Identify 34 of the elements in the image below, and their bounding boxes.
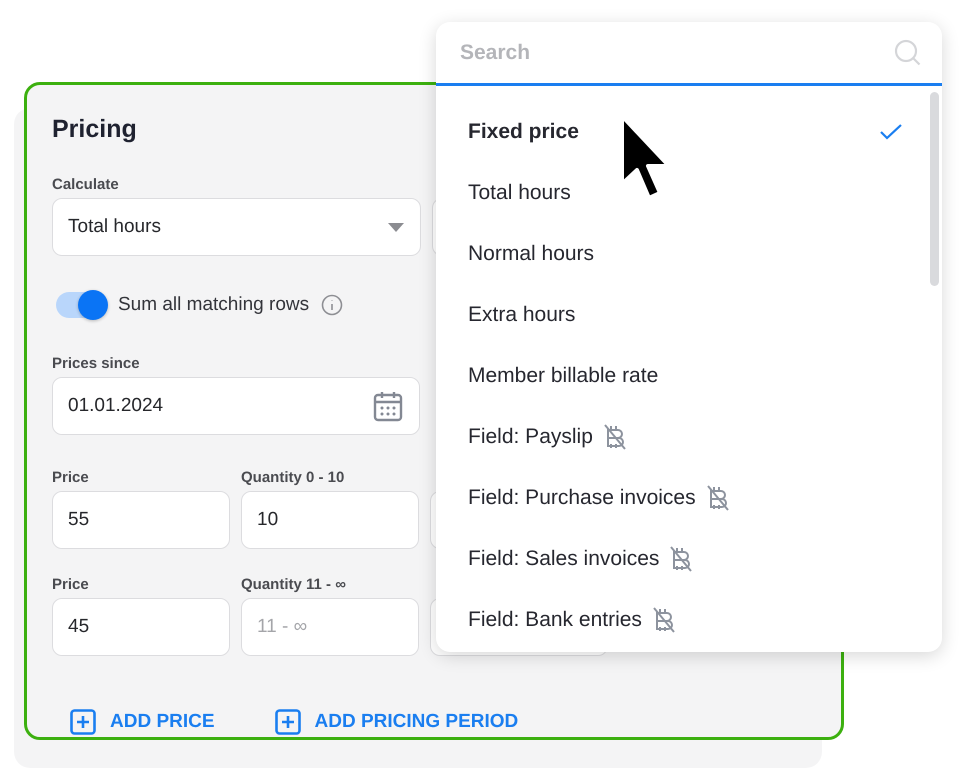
search-icon [894,38,922,66]
field-label: Prices since [52,355,140,372]
add-button[interactable]: ADD PRICE [70,709,215,735]
add-button[interactable]: ADD PRICING PERIOD [274,709,518,735]
dropdown-option[interactable]: Field: Bank entries [436,589,942,650]
dropdown-option[interactable]: Field: Sales invoices [436,528,942,589]
quantity-field[interactable]: 10 [241,491,419,549]
dropdown-option[interactable]: Total hours [436,162,942,223]
field-label: Quantity 11 - ∞ [241,576,346,593]
plus-square-icon [70,709,96,735]
toggle-label: Sum all matching rows [118,294,310,316]
search-field[interactable]: Search [458,40,842,66]
field-label: Calculate [52,176,119,193]
price-field[interactable]: 55 [52,491,230,549]
dropdown-option[interactable]: Field: Payslip [436,406,942,467]
dropdown-option[interactable]: Member billable rate [436,345,942,406]
card-title: Pricing [52,115,137,144]
caret-icon [388,222,404,232]
field-label: Quantity 0 - 10 [241,469,344,486]
field-label: Price [52,576,89,593]
info-icon[interactable] [321,294,344,316]
date-field[interactable]: 01.01.2024 [52,377,420,435]
plus-square-icon [274,709,301,735]
toggle-switch[interactable] [56,292,106,318]
scrollbar[interactable] [930,92,939,286]
calculate-select[interactable]: Total hours [52,198,421,256]
dropdown-option[interactable]: Normal hours [436,223,942,284]
dropdown-option[interactable]: Field: Purchase invoices [436,467,942,528]
field-label: Price [52,469,89,486]
dropdown-option[interactable]: Extra hours [436,284,942,345]
calendar-icon [373,390,403,422]
price-field[interactable]: 45 [52,598,230,656]
dropdown-option[interactable]: Fixed price [436,101,942,162]
check-icon [880,124,902,140]
